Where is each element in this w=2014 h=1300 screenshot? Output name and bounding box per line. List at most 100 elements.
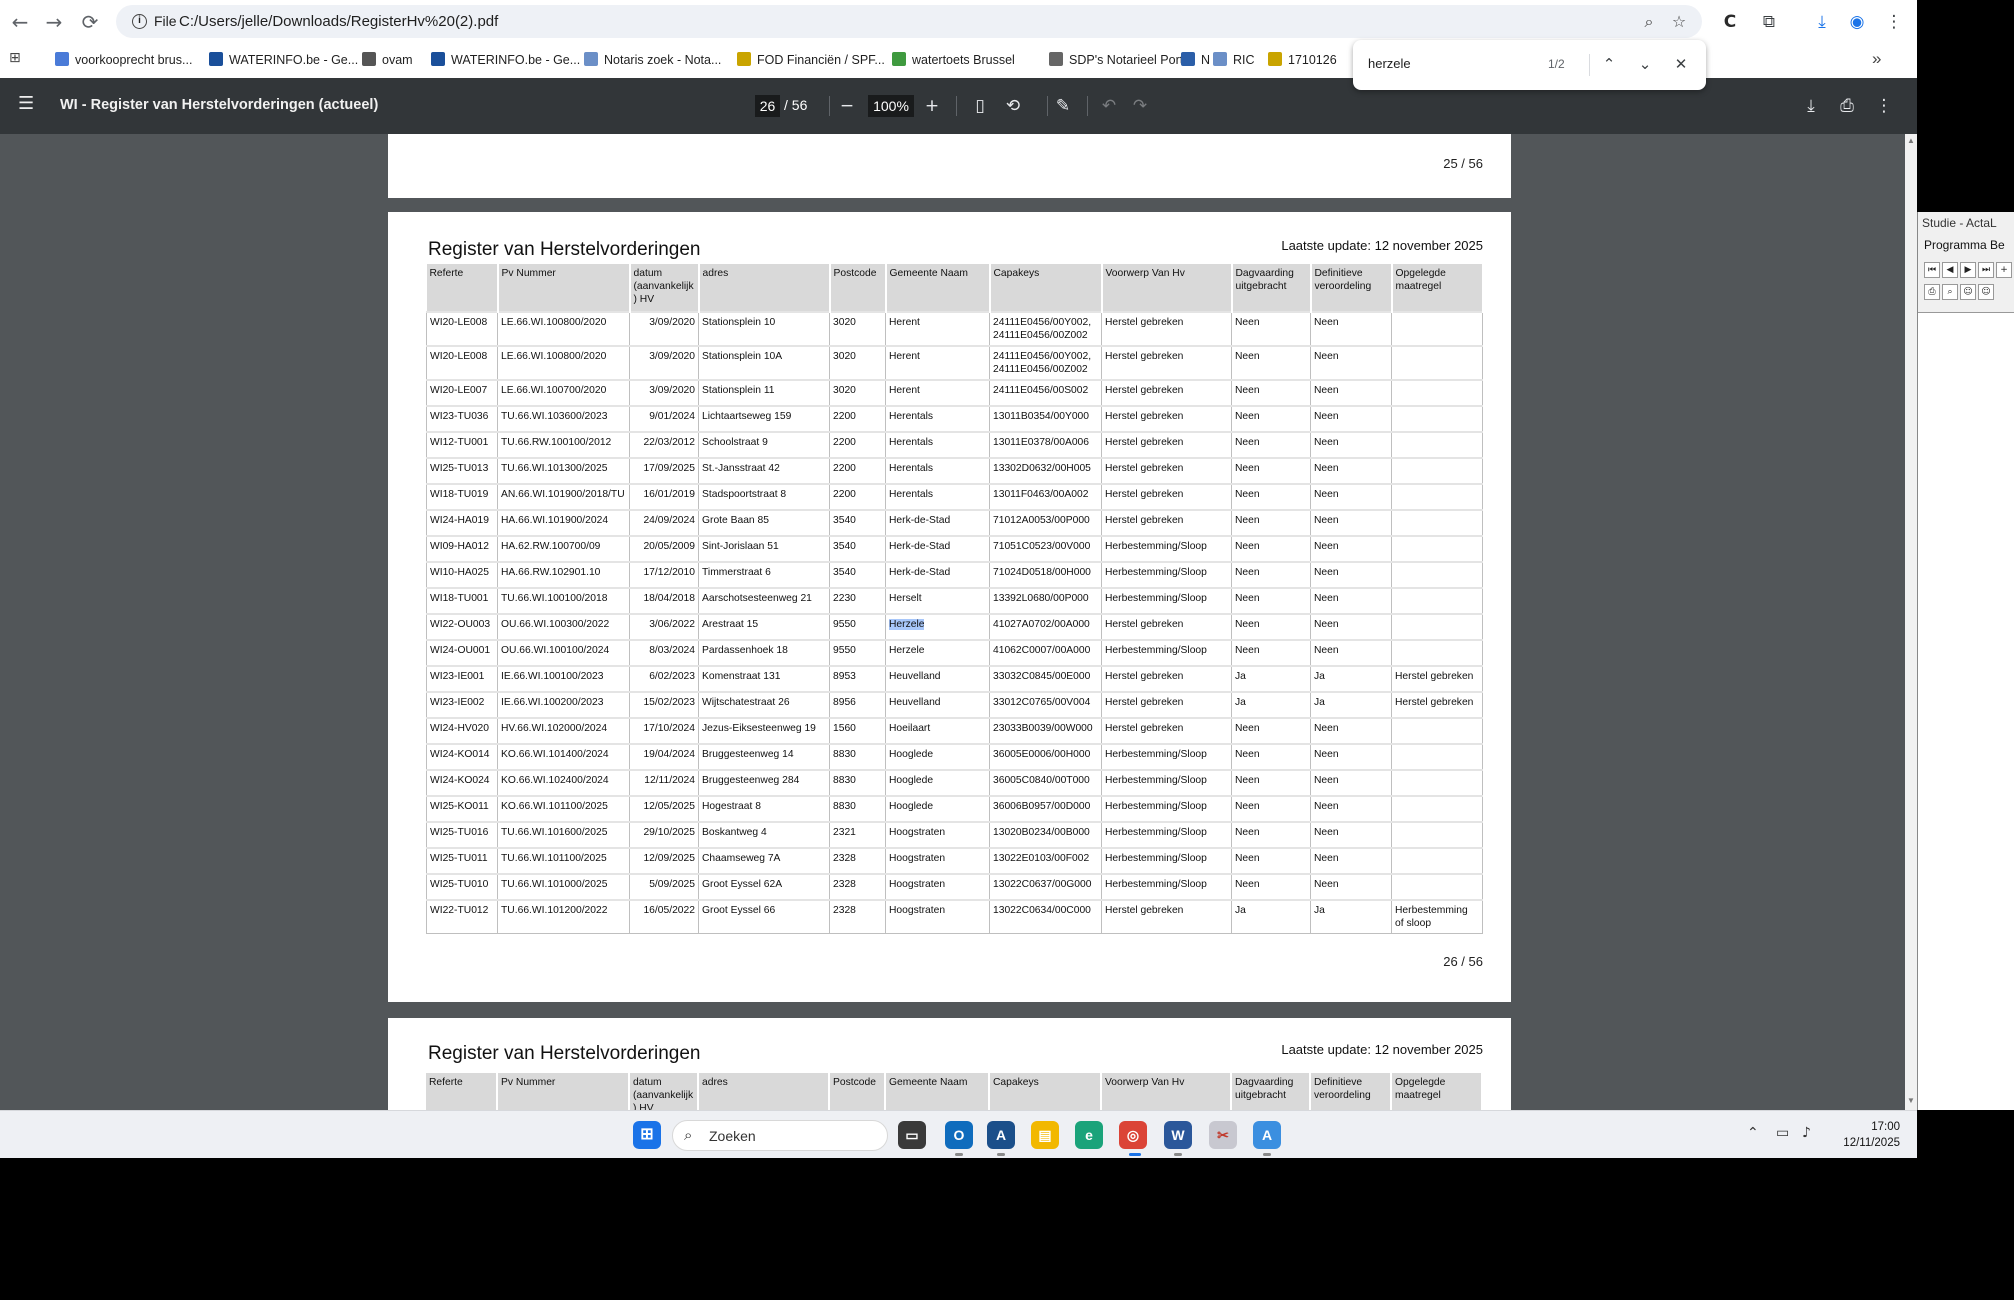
table-cell: 19/04/2024 [629, 743, 699, 771]
redo-icon[interactable]: ↷ [1128, 94, 1152, 118]
pdf-sidebar-menu-icon[interactable]: ☰ [18, 94, 38, 114]
undo-icon[interactable]: ↶ [1097, 94, 1121, 118]
table-cell: WI25-TU013 [426, 457, 498, 485]
user-tool-2-icon[interactable]: ☺ [1978, 284, 1994, 300]
taskbar-clock[interactable]: 17:00 12/11/2025 [1830, 1119, 1900, 1151]
actal-app-icon[interactable]: A [987, 1121, 1015, 1149]
bookmark-item[interactable]: Notaris zoek - Nota... [584, 52, 721, 67]
table-cell: 9550 [829, 639, 886, 667]
table-cell: 17/10/2024 [629, 717, 699, 745]
find-next-icon[interactable]: ⌄ [1634, 53, 1656, 75]
table-cell: 2230 [829, 587, 886, 615]
bookmark-item[interactable]: RIC [1213, 52, 1255, 67]
scroll-down-icon[interactable]: ▼ [1907, 1096, 1915, 1105]
tray-overflow-icon[interactable]: ⌃ [1747, 1125, 1759, 1141]
vertical-scrollbar[interactable]: ▲ ▼ [1905, 134, 1917, 1110]
file-explorer-icon[interactable]: ▤ [1031, 1121, 1059, 1149]
table-cell: Groot Eyssel 62A [698, 873, 830, 901]
print-tool-icon[interactable]: ⎙ [1924, 284, 1940, 300]
bookmark-item[interactable]: voorkooprecht brus... [55, 52, 192, 67]
column-header: Voorwerp Van Hv [1101, 1073, 1232, 1110]
bookmark-star-icon[interactable]: ☆ [1669, 12, 1689, 32]
app-a-icon[interactable]: A [1253, 1121, 1281, 1149]
bookmark-item[interactable]: watertoets Brussel [892, 52, 1015, 67]
site-info-chip[interactable]: i File [124, 9, 187, 34]
bookmarks-overflow-icon[interactable]: » [1872, 49, 1881, 69]
task-view-icon[interactable]: ▭ [898, 1121, 926, 1149]
actal-content-pane[interactable] [1918, 312, 2014, 1110]
last-record-icon[interactable]: ⏭ [1978, 262, 1994, 278]
fit-page-icon[interactable]: ▯ [968, 94, 992, 118]
bookmark-item[interactable]: SDP's Notarieel Port... [1049, 52, 1194, 67]
taskbar-search[interactable]: ⌕ Zoeken [672, 1120, 888, 1151]
volume-icon[interactable]: ♪ [1802, 1125, 1811, 1141]
table-cell: Neen [1310, 847, 1392, 875]
table-cell: Pardassenhoek 18 [698, 639, 830, 667]
reload-icon[interactable]: ⟳ [78, 10, 102, 34]
table-cell: Grote Baan 85 [698, 509, 830, 537]
rotate-icon[interactable]: ⟲ [1001, 94, 1025, 118]
pdf-more-icon[interactable]: ⋮ [1872, 94, 1896, 118]
previous-record-icon[interactable]: ◀ [1942, 262, 1958, 278]
table-cell: Neen [1310, 483, 1392, 511]
outlook-icon[interactable]: O [945, 1121, 973, 1149]
back-icon[interactable]: ← [8, 10, 32, 34]
user-tool-icon[interactable]: ☺ [1960, 284, 1976, 300]
find-close-icon[interactable]: ✕ [1670, 53, 1692, 75]
bookmark-item[interactable]: N [1181, 52, 1210, 67]
zoom-out-icon[interactable]: − [835, 94, 859, 118]
bookmark-item[interactable]: 1710126 [1268, 52, 1337, 67]
find-input[interactable]: herzele [1368, 56, 1411, 71]
table-cell: Neen [1231, 311, 1311, 347]
bookmark-item[interactable]: WATERINFO.be - Ge... [431, 52, 580, 67]
table-cell: WI24-HA019 [426, 509, 498, 537]
table-row: WI12-TU001 TU.66.RW.100100/2012 22/03/2012… [426, 431, 1483, 459]
find-previous-icon[interactable]: ⌃ [1598, 53, 1620, 75]
pdf-download-icon[interactable]: ⤓ [1799, 94, 1823, 118]
bookmark-item[interactable]: ovam [362, 52, 413, 67]
find-in-page-icon[interactable]: ⌕ [1639, 12, 1659, 32]
pdf-viewer[interactable]: 25 / 56 Register van Herstelvorderingen … [0, 134, 1917, 1110]
forward-icon[interactable]: → [42, 10, 66, 34]
url-text[interactable]: C:/Users/jelle/Downloads/RegisterHv%20(2… [179, 13, 498, 30]
zoom-input[interactable]: 100% [868, 95, 914, 117]
windows-start-icon[interactable]: ⊞ [633, 1121, 661, 1149]
edge-icon[interactable]: e [1075, 1121, 1103, 1149]
address-bar[interactable]: i File C:/Users/jelle/Downloads/Register… [116, 5, 1702, 38]
print-icon[interactable]: ⎙ [1835, 94, 1859, 118]
next-record-icon[interactable]: ▶ [1960, 262, 1976, 278]
table-row: WI20-LE008 LE.66.WI.100800/2020 3/09/2020 S… [426, 311, 1483, 347]
add-record-icon[interactable]: + [1996, 262, 2012, 278]
extensions-puzzle-icon[interactable]: ⧉ [1755, 8, 1783, 36]
table-cell: WI20-LE008 [426, 311, 498, 347]
word-icon[interactable]: W [1164, 1121, 1192, 1149]
extension-c-icon[interactable]: C [1716, 8, 1744, 36]
actal-menu-bar[interactable]: Programma Be [1924, 238, 2005, 252]
table-cell: 71051C0523/00V000 [989, 535, 1102, 563]
n-icon [1181, 52, 1195, 66]
snipping-tool-icon[interactable]: ✂ [1209, 1121, 1237, 1149]
bookmark-item[interactable]: WATERINFO.be - Ge... [209, 52, 358, 67]
download-icon[interactable]: ⤓ [1808, 8, 1836, 36]
annotate-icon[interactable]: ✎ [1051, 94, 1075, 118]
network-icon[interactable]: ▭ [1776, 1125, 1789, 1141]
first-record-icon[interactable]: ⏮ [1924, 262, 1940, 278]
table-cell [1391, 345, 1483, 381]
bookmark-item[interactable]: FOD Financiën / SPF... [737, 52, 885, 67]
table-cell: 3020 [829, 311, 886, 347]
actal-window[interactable]: Studie - ActaL Programma Be ⏮ ◀ ▶ ⏭ + ⎙ … [1917, 212, 2014, 1110]
table-cell: 23033B0039/00W000 [989, 717, 1102, 745]
profile-icon[interactable]: ◉ [1843, 8, 1871, 36]
search-tool-icon[interactable]: ⌕ [1942, 284, 1958, 300]
browser-menu-icon[interactable]: ⋮ [1880, 8, 1908, 36]
find-bar: herzele 1/2 ⌃ ⌄ ✕ [1353, 40, 1706, 90]
apps-grid-icon[interactable]: ⊞ [9, 50, 21, 66]
page-number-input[interactable]: 26 [755, 95, 780, 117]
table-cell: WI20-LE007 [426, 379, 498, 407]
table-cell: 3540 [829, 561, 886, 589]
table-cell: Ja [1310, 899, 1392, 934]
zoom-in-icon[interactable]: + [920, 94, 944, 118]
chrome-icon[interactable]: ◎ [1119, 1121, 1147, 1149]
table-cell: Lichtaartseweg 159 [698, 405, 830, 433]
scroll-up-icon[interactable]: ▲ [1907, 136, 1915, 145]
